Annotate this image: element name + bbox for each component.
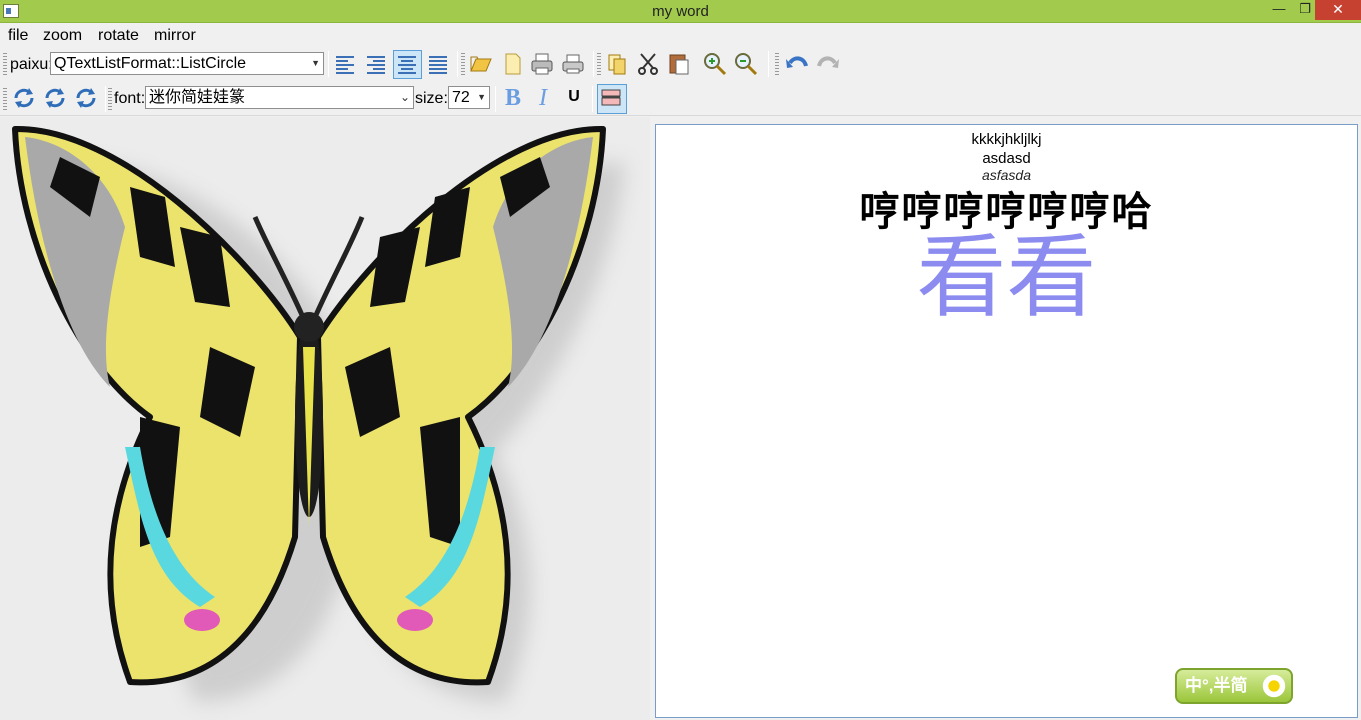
paste-icon (669, 54, 689, 75)
menu-zoom[interactable]: zoom (43, 27, 82, 45)
editor-line: kkkkjhkljlkj (971, 131, 1042, 148)
cut-button[interactable] (635, 51, 661, 77)
undo-button[interactable] (784, 51, 810, 77)
paste-button[interactable] (666, 51, 692, 77)
bold-button[interactable]: B (500, 85, 526, 111)
chevron-down-icon: ▼ (477, 92, 486, 102)
align-justify-button[interactable] (425, 51, 451, 77)
butterfly-image (12, 125, 625, 702)
minimize-button[interactable]: — (1265, 0, 1293, 20)
ime-status-text: 中°,半简 (1185, 676, 1248, 695)
toolbar-grip[interactable] (597, 53, 601, 77)
chevron-down-icon: ▼ (311, 58, 320, 68)
new-icon (505, 53, 521, 75)
toolbar-grip[interactable] (3, 88, 7, 112)
separator (105, 86, 106, 112)
zoom-out-icon (735, 53, 758, 76)
text-editor[interactable]: kkkkjhkljlkj asdasd asfasda 哼哼哼哼哼哼哈 看看 (655, 124, 1358, 718)
format-toolbar: paixu: QTextListFormat::ListCircle ▼ (0, 47, 1361, 82)
print-icon (562, 54, 584, 74)
toolbar-grip[interactable] (3, 53, 7, 77)
redo-icon (817, 56, 839, 68)
copy-button[interactable] (604, 51, 630, 77)
open-icon (470, 56, 492, 72)
font-select[interactable]: 迷你简娃娃篆 ⌄ (145, 86, 414, 109)
separator (495, 86, 496, 112)
rotate-90-icon (14, 88, 34, 108)
daisy-icon (1261, 673, 1287, 699)
title-bar: my word — ❐ ✕ (0, 0, 1361, 23)
color-button[interactable] (597, 84, 627, 114)
align-center-button[interactable] (393, 50, 422, 79)
align-right-button[interactable] (363, 51, 389, 77)
align-left-icon (336, 56, 354, 74)
underline-button[interactable]: U (561, 88, 587, 114)
italic-button[interactable]: I (530, 85, 556, 111)
undo-icon (786, 56, 808, 68)
rotate-270-button[interactable] (73, 85, 99, 111)
separator (768, 51, 769, 77)
close-button[interactable]: ✕ (1315, 0, 1361, 20)
ime-status-badge[interactable]: 中°,半简 (1175, 668, 1293, 704)
color-icon (601, 89, 621, 106)
print-preview-button[interactable] (529, 51, 555, 77)
print-button[interactable] (560, 51, 586, 77)
separator (592, 86, 593, 112)
menu-rotate[interactable]: rotate (98, 27, 139, 45)
redo-button[interactable] (815, 51, 841, 77)
rotate-270-icon (76, 88, 96, 108)
size-value: 72 (452, 89, 470, 106)
align-right-icon (367, 56, 385, 74)
new-button[interactable] (499, 51, 525, 77)
align-left-button[interactable] (332, 51, 358, 77)
zoom-in-icon (704, 53, 727, 76)
separator (457, 51, 458, 77)
font-value: 迷你简娃娃篆 (149, 89, 246, 106)
print-preview-icon (531, 53, 553, 75)
rotate-180-icon (45, 88, 65, 108)
cut-icon (638, 53, 658, 75)
list-style-value: QTextListFormat::ListCircle (54, 55, 247, 72)
image-panel (0, 117, 650, 720)
editor-line: 看看 (916, 228, 1097, 328)
toolbar-grip[interactable] (108, 88, 112, 112)
separator (328, 51, 329, 77)
paixu-label: paixu: (10, 56, 53, 73)
toolbar-grip[interactable] (775, 53, 779, 77)
window-title: my word (652, 3, 709, 20)
font-toolbar: font: 迷你简娃娃篆 ⌄ size: 72 ▼ B I U (0, 82, 1361, 116)
menu-mirror[interactable]: mirror (154, 27, 196, 45)
copy-icon (608, 54, 626, 75)
font-label: font: (114, 90, 146, 107)
rotate-180-button[interactable] (42, 85, 68, 111)
list-style-select[interactable]: QTextListFormat::ListCircle ▼ (50, 52, 324, 75)
zoom-in-button[interactable] (702, 51, 728, 77)
align-justify-icon (429, 56, 447, 74)
toolbar-grip[interactable] (461, 53, 465, 77)
size-select[interactable]: 72 ▼ (448, 86, 490, 109)
size-label: size: (415, 90, 448, 107)
separator (593, 51, 594, 77)
rotate-90-button[interactable] (11, 85, 37, 111)
editor-line: asdasd (982, 150, 1031, 167)
menu-file[interactable]: file (8, 27, 28, 45)
zoom-out-button[interactable] (733, 51, 759, 77)
menu-bar: file zoom rotate mirror (0, 23, 1361, 47)
open-button[interactable] (468, 51, 494, 77)
align-center-icon (398, 56, 416, 74)
chevron-down-icon: ⌄ (399, 90, 410, 104)
